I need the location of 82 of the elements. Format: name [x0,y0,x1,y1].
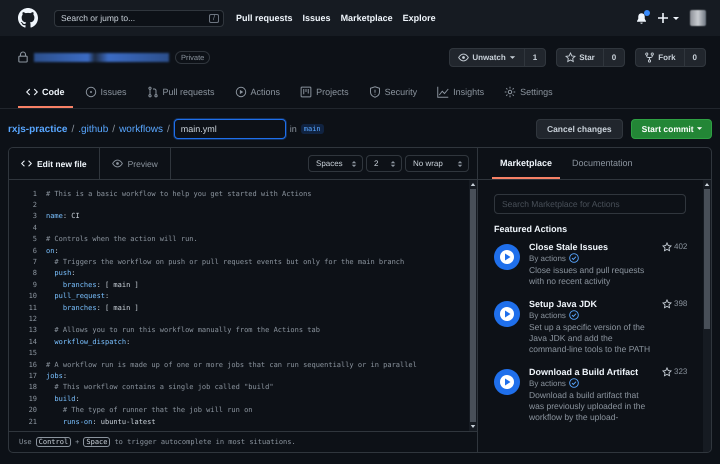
octocat-logo-icon[interactable] [18,8,38,28]
repo-tab[interactable]: Issues [76,78,135,108]
count-label[interactable]: 1 [524,48,546,66]
star-icon [565,52,576,62]
issues-tab-icon [84,86,96,98]
path-separator: / [71,124,74,134]
action-title-link[interactable]: Download a Build Artifact [529,367,653,377]
path-link[interactable]: .github [78,124,108,134]
path-link[interactable]: workflows [119,124,163,134]
section-heading: Featured Actions [494,224,568,234]
play-icon [494,244,520,270]
eye-icon [458,52,470,62]
count-label[interactable]: 0 [684,48,705,66]
security-tab-icon [368,86,381,98]
star-count: 323 [674,367,688,376]
nav-link[interactable]: Marketplace [340,13,393,23]
scroll-down-icon[interactable] [470,424,476,429]
repo-tab[interactable]: Security [360,78,426,108]
scroll-up-icon[interactable] [704,182,710,187]
code-icon [21,158,32,169]
in-label: in [290,124,297,134]
repo-tab[interactable]: Pull requests [138,78,223,108]
action-title-link[interactable]: Setup Java JDK [529,299,653,309]
play-icon [494,369,520,395]
action-description: Download a build artifact that was previously uploaded in the workflow by the upload- [529,390,646,423]
bell-icon[interactable] [635,12,648,24]
scrollbar[interactable] [703,180,711,452]
repo-tab[interactable]: Projects [292,78,357,108]
star-count: 398 [674,299,688,308]
author-label: By actions [529,254,566,262]
repo-tab[interactable]: Insights [429,78,492,108]
code-tab-icon [26,86,38,98]
repo-action-button[interactable]: Unwatch [450,48,525,66]
editor-option-select[interactable]: Spaces [308,155,363,172]
fork-icon [644,52,656,62]
updown-caret-icon [390,160,396,168]
repo-tab[interactable]: Code [18,78,72,108]
play-icon [494,301,520,327]
updown-caret-icon [351,160,357,168]
sidebar-tab[interactable]: Marketplace [492,148,560,179]
updown-caret-icon [457,160,463,168]
projects-tab-icon [300,86,312,98]
settings-tab-icon [504,86,516,98]
scroll-up-icon[interactable] [470,182,476,187]
editor-option-select[interactable]: 2 [366,155,402,172]
insights-tab-icon [437,86,450,98]
nav-link[interactable]: Pull requests [236,13,293,23]
repo-link[interactable]: rxjs-practice [8,124,68,134]
action-title-link[interactable]: Close Stale Issues [529,242,653,252]
start-commit-button[interactable]: Start commit [630,119,712,139]
path-separator: / [166,124,170,134]
star-count: 402 [674,242,688,251]
sidebar-tab[interactable]: Documentation [564,148,641,179]
scrollbar[interactable] [469,180,477,431]
lock-icon [18,51,28,63]
author-label: By actions [529,310,566,320]
caret-icon [696,125,703,132]
repo-tab[interactable]: Actions [226,78,288,108]
author-label: By actions [529,378,566,388]
marketplace-search-field[interactable]: Search Marketplace for Actions [494,194,686,214]
star-icon [662,299,672,309]
action-description: Set up a specific version of the Java JDK and add the command-line tools to the PATH [529,322,652,355]
star-icon [662,242,672,252]
pulls-tab-icon [146,86,159,98]
repo-action-button[interactable]: Star [557,48,604,66]
plus-dropdown-icon[interactable] [658,12,680,24]
path-separator: / [112,124,116,134]
count-label[interactable]: 0 [604,48,624,66]
nav-link[interactable]: Issues [302,13,331,23]
repo-tab[interactable]: Settings [496,78,561,108]
cancel-changes-button[interactable]: Cancel changes [536,119,623,139]
avatar[interactable] [690,10,706,26]
filename-field[interactable]: main.yml [174,119,286,139]
editor-tab[interactable]: Edit new file [9,148,100,179]
editor-option-select[interactable]: No wrap [405,155,469,172]
repo-action-button[interactable]: Fork [636,48,685,66]
editor-tab[interactable]: Preview [100,148,171,179]
star-icon [662,367,672,377]
eye-icon [112,158,123,169]
actions-tab-icon [234,86,247,98]
nav-link[interactable]: Explore [402,13,436,23]
action-description: Close issues and pull requests with no recent activity [529,265,646,287]
